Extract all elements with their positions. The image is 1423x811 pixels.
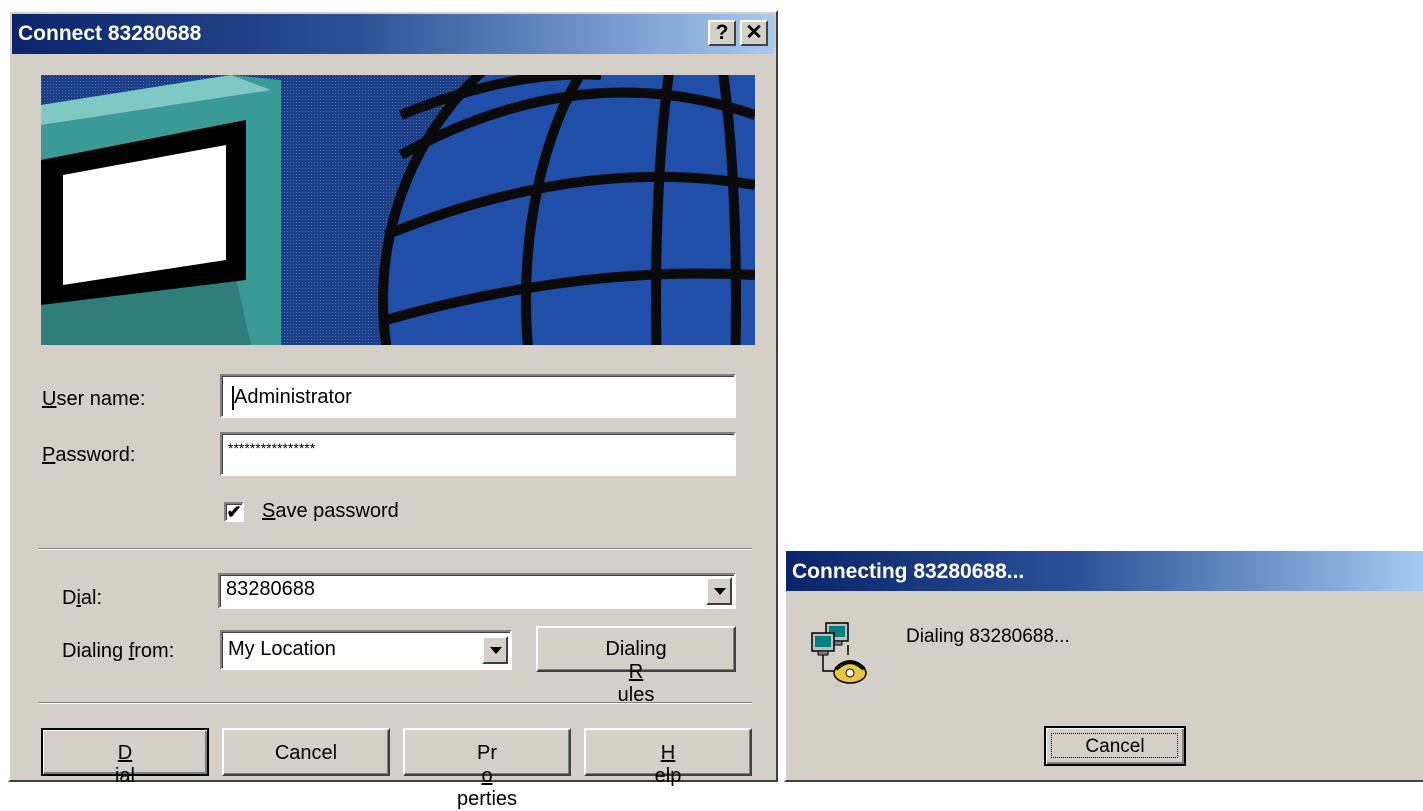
title-bar[interactable]: Connecting 83280688... bbox=[786, 551, 1423, 591]
dial-button[interactable]: Dial bbox=[41, 728, 209, 787]
chevron-down-icon[interactable] bbox=[706, 577, 732, 605]
computer-globe-illustration bbox=[41, 75, 755, 345]
save-password-label[interactable]: Save password bbox=[262, 500, 399, 523]
cancel-button[interactable]: Cancel bbox=[222, 728, 390, 776]
help-button[interactable]: ? bbox=[708, 20, 736, 46]
connecting-dialog: Connecting 83280688... Dialing 83280688.… bbox=[784, 549, 1423, 782]
help-icon: ? bbox=[715, 21, 729, 44]
network-dialing-icon bbox=[811, 622, 867, 684]
separator bbox=[38, 702, 752, 704]
dial-label: Dial: bbox=[62, 587, 103, 609]
password-label: Password: bbox=[42, 444, 136, 466]
dialing-status-text: Dialing 83280688... bbox=[906, 626, 1070, 647]
text-cursor bbox=[232, 386, 234, 410]
separator bbox=[38, 548, 752, 550]
password-input[interactable]: **************** bbox=[220, 432, 736, 476]
chevron-down-icon[interactable] bbox=[482, 636, 508, 664]
title-bar[interactable]: Connect 83280688 ? ✕ bbox=[12, 14, 774, 54]
user-name-label: User name: bbox=[42, 388, 146, 410]
properties-button[interactable]: Pr o perties bbox=[403, 728, 571, 810]
banner-image bbox=[41, 75, 755, 345]
dialing-from-label: Dialing from: bbox=[62, 640, 175, 662]
window-title: Connect 83280688 bbox=[18, 22, 202, 45]
dialing-rules-button[interactable]: Dialing Rules bbox=[536, 626, 736, 706]
cancel-button[interactable]: Cancel bbox=[1044, 726, 1186, 766]
close-icon: ✕ bbox=[745, 21, 763, 44]
dial-number-combo[interactable]: 83280688 bbox=[218, 573, 736, 609]
window-title: Connecting 83280688... bbox=[792, 560, 1025, 583]
dialing-from-combo[interactable]: My Location bbox=[220, 630, 512, 670]
connect-dialog: Connect 83280688 ? ✕ User name: Administ… bbox=[8, 10, 778, 810]
checkmark-icon: ✔ bbox=[226, 502, 242, 522]
help-button-bottom[interactable]: Help bbox=[584, 728, 752, 787]
user-name-input[interactable]: Administrator bbox=[220, 374, 736, 418]
save-password-checkbox[interactable]: ✔ bbox=[224, 502, 244, 522]
close-button[interactable]: ✕ bbox=[740, 20, 768, 46]
